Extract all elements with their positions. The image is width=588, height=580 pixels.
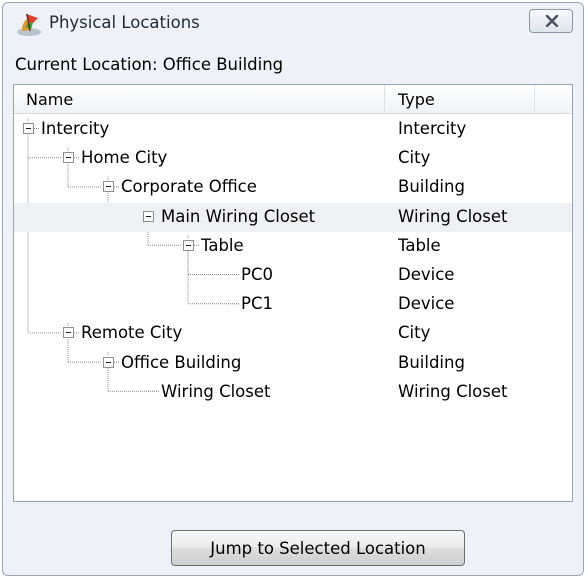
column-header-type[interactable]: Type	[398, 90, 435, 109]
collapse-toggle-icon[interactable]	[103, 181, 114, 193]
collapse-toggle-icon[interactable]	[23, 123, 34, 134]
tree-row[interactable]: PC1 Device	[14, 290, 572, 319]
collapse-toggle-icon[interactable]	[63, 327, 74, 339]
tree-node-label[interactable]: Remote City	[81, 323, 182, 342]
tree-node-label[interactable]: PC1	[241, 294, 273, 313]
tree-node-label[interactable]: Home City	[81, 148, 167, 167]
tree-row[interactable]: PC0 Device	[14, 261, 572, 290]
tree-row[interactable]: Corporate Office Building	[14, 173, 572, 202]
column-divider[interactable]	[534, 85, 535, 112]
collapse-toggle-icon[interactable]	[183, 239, 194, 251]
tree-node-label[interactable]: Table	[201, 236, 244, 255]
tree-node-type: Device	[398, 294, 455, 314]
tree-node-type: Device	[398, 265, 455, 284]
window-title: Physical Locations	[49, 13, 200, 32]
close-icon	[545, 15, 559, 27]
collapse-toggle-icon[interactable]	[103, 356, 114, 368]
tree-node-label[interactable]: Office Building	[121, 353, 241, 372]
physical-locations-dialog: Physical Locations Current Location: Off…	[2, 2, 584, 576]
tree-node-type: Wiring Closet	[398, 206, 508, 226]
tree-row[interactable]: Home City City	[14, 144, 572, 173]
tree-header: Name Type	[14, 85, 572, 114]
tree-node-type: Intercity	[398, 119, 467, 138]
tree-node-type: City	[398, 148, 431, 168]
close-button[interactable]	[529, 9, 573, 33]
tree-body: Intercity Intercity Home City City Corporate…	[14, 115, 572, 495]
tree-row[interactable]: Table Table	[14, 232, 572, 261]
location-tree[interactable]: Name Type Intercity Intercity Home City Cit…	[13, 84, 573, 502]
tree-row[interactable]: Wiring Closet Wiring Closet	[14, 378, 572, 407]
tree-node-label[interactable]: PC0	[241, 265, 273, 284]
title-bar[interactable]: Physical Locations	[3, 3, 583, 43]
tree-node-label[interactable]: Main Wiring Closet	[161, 207, 315, 226]
tree-node-type: Building	[398, 177, 465, 197]
tree-node-label[interactable]: Intercity	[41, 119, 109, 138]
tree-row[interactable]: Office Building Building	[14, 349, 572, 378]
physical-locations-icon	[15, 11, 45, 37]
current-location-label: Current Location: Office Building	[15, 55, 284, 74]
tree-node-label[interactable]: Corporate Office	[121, 177, 257, 196]
tree-row[interactable]: Remote City City	[14, 319, 572, 348]
collapse-toggle-icon[interactable]	[63, 152, 74, 164]
tree-node-type: Wiring Closet	[398, 381, 508, 401]
tree-node-type: City	[398, 323, 431, 343]
jump-to-selected-location-button[interactable]: Jump to Selected Location	[171, 530, 465, 566]
tree-row[interactable]: Intercity Intercity	[14, 115, 572, 144]
collapse-toggle-icon[interactable]	[143, 210, 154, 222]
tree-node-label[interactable]: Wiring Closet	[161, 382, 271, 401]
tree-node-type: Table	[398, 235, 441, 255]
tree-node-type: Building	[398, 352, 465, 372]
tree-row[interactable]: Main Wiring Closet Wiring Closet	[14, 202, 572, 232]
column-header-name[interactable]: Name	[26, 90, 73, 109]
column-divider[interactable]	[384, 85, 385, 112]
